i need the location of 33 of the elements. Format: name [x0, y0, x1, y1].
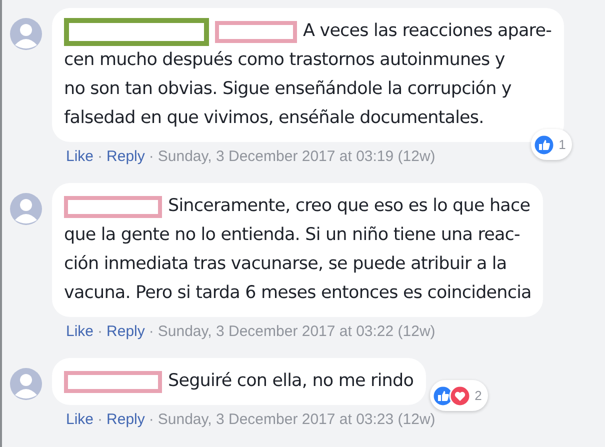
thumbs-up-icon — [432, 384, 454, 406]
reaction-badge[interactable]: 1 — [530, 129, 572, 160]
reaction-badge[interactable]: 2 — [430, 380, 488, 411]
separator-dot: · — [148, 147, 154, 167]
comment-text: que la gente no lo entienda. Si un niño tiene una reac- — [64, 224, 521, 247]
reaction-count: 1 — [558, 136, 566, 154]
comment-text: Sinceramente, creo que eso es lo que hace — [168, 195, 530, 218]
action-link[interactable]: Like — [66, 147, 94, 167]
comment-text: Seguiré con ella, no me rindo — [168, 370, 414, 393]
timestamp[interactable]: Sunday, 3 December 2017 at 03:23 (12w) — [158, 410, 436, 430]
action-link[interactable]: Reply — [106, 410, 145, 430]
separator-dot: · — [98, 410, 103, 430]
thumbs-up-icon — [532, 134, 555, 156]
comment-text: cen mucho después como trastornos autoinmunes y — [64, 49, 506, 72]
separator-dot: · — [98, 147, 103, 167]
comment-text: no son tan obvias. Sigue enseñándole la corrupción y — [64, 78, 512, 101]
comment-text: falsedad en que vivimos, enséñale documentales. — [64, 107, 485, 130]
timestamp[interactable]: Sunday, 3 December 2017 at 03:22 (12w) — [158, 322, 436, 342]
avatar-icon[interactable] — [10, 368, 42, 400]
comment-text: A veces las reacciones apare- — [303, 20, 552, 43]
separator-dot: · — [98, 322, 103, 342]
separator-dot: · — [148, 322, 154, 342]
action-link[interactable]: Like — [66, 410, 94, 430]
separator-dot: · — [148, 410, 154, 430]
action-link[interactable]: Reply — [106, 147, 145, 167]
avatar-icon[interactable] — [10, 193, 42, 225]
action-link[interactable]: Like — [66, 322, 94, 342]
comment-text: vacuna. Pero si tarda 6 meses entonces es coincidencia — [64, 282, 532, 305]
reaction-count: 2 — [474, 387, 482, 405]
comment-text: ción inmediata tras vacunarse, se puede atribuir a la — [64, 253, 508, 276]
timestamp[interactable]: Sunday, 3 December 2017 at 03:19 (12w) — [158, 147, 436, 167]
action-link[interactable]: Reply — [106, 322, 145, 342]
avatar-icon[interactable] — [10, 18, 42, 50]
